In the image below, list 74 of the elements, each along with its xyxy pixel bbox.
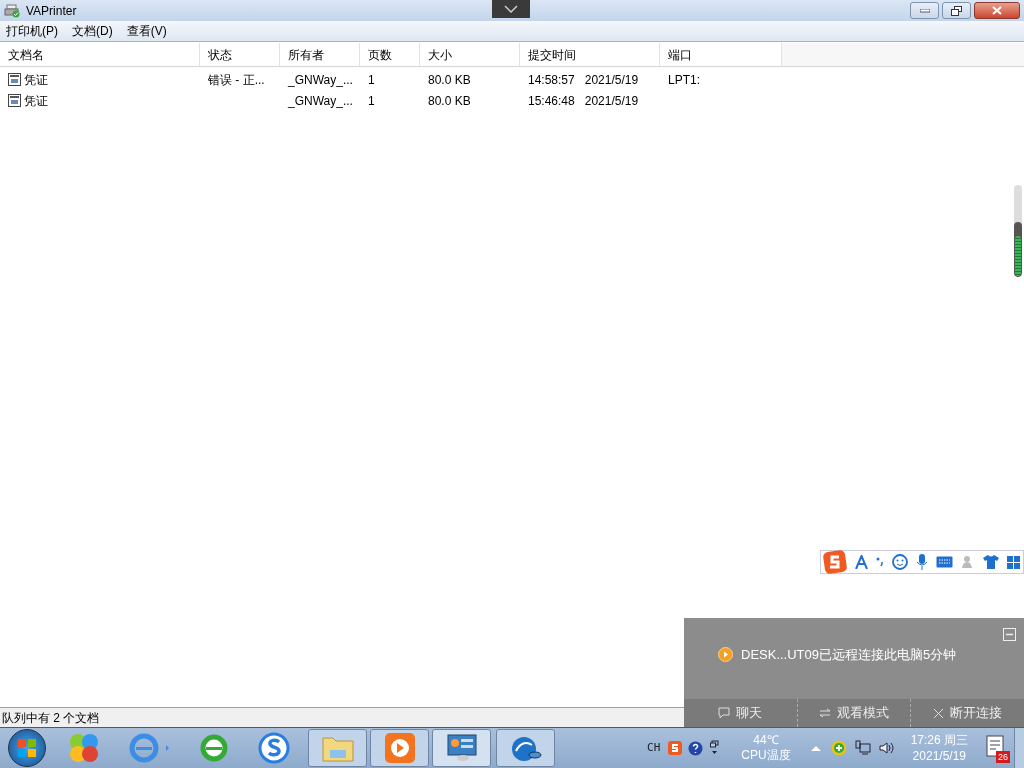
table-cell-text: LPT1: <box>668 71 700 89</box>
table-cell-text: _GNWay_... <box>288 71 353 89</box>
browser-e-icon[interactable] <box>198 732 230 764</box>
notification-action[interactable]: 观看模式 <box>796 699 911 727</box>
close-icon <box>992 6 1002 15</box>
punctuation-icon[interactable] <box>876 557 884 567</box>
table-cell-text: 凭证 <box>24 92 48 110</box>
table-cell-text: 15:46:48 2021/5/19 <box>528 92 639 110</box>
swap-icon <box>819 708 831 718</box>
play-circle-icon <box>718 647 733 663</box>
status-text: 队列中有 2 个文档 <box>2 709 100 727</box>
collapse-tab[interactable] <box>492 0 530 18</box>
table-cell-text: 80.0 KB <box>428 92 471 110</box>
letter-a-icon[interactable] <box>855 555 868 569</box>
help-icon[interactable] <box>688 740 704 756</box>
restore-button[interactable] <box>942 2 971 19</box>
table-cell-text: 错误 - 正... <box>208 71 265 89</box>
minimize-icon <box>919 8 930 13</box>
notification-action[interactable]: 断开连接 <box>910 699 1024 727</box>
network-icon[interactable] <box>854 740 871 756</box>
table-cell-text: 14:58:57 2021/5/19 <box>528 71 639 89</box>
table-cell-text: 1 <box>368 71 375 89</box>
language-indicator[interactable]: CH <box>647 739 661 757</box>
chat-icon <box>718 707 731 719</box>
restore-icon <box>951 5 962 16</box>
window-dropdown-icon[interactable] <box>710 740 720 756</box>
document-icon <box>8 94 21 107</box>
window-title: VAPrinter <box>26 2 77 20</box>
color-balls-icon[interactable] <box>68 732 100 764</box>
smiley-icon[interactable] <box>892 554 908 570</box>
table-cell-text: 80.0 KB <box>428 71 471 89</box>
shirt-icon[interactable] <box>983 555 999 569</box>
close-button[interactable] <box>974 2 1020 19</box>
s-logo-icon[interactable] <box>823 550 847 574</box>
plus-badge-icon[interactable] <box>830 740 847 756</box>
taskbar-button[interactable] <box>432 729 491 767</box>
notification-badge: 26 <box>996 751 1010 763</box>
cpu-temperature: 44℃ <box>753 733 779 748</box>
menu-item[interactable]: 查看(V) <box>126 22 167 40</box>
column-header[interactable]: 文档名 <box>0 43 200 66</box>
control-panel-icon <box>446 734 477 762</box>
close-icon <box>933 707 945 719</box>
show-desktop-button[interactable] <box>1014 728 1024 768</box>
folder-icon <box>321 734 354 762</box>
chevron-up-icon[interactable] <box>810 745 821 751</box>
s-logo-icon[interactable] <box>258 732 290 764</box>
play-sun-icon <box>384 733 415 763</box>
document-icon <box>8 73 21 86</box>
cpu-temperature-label: CPU温度 <box>741 748 791 763</box>
grid-icon[interactable] <box>1007 555 1020 569</box>
menu-item[interactable]: 打印机(P) <box>6 22 58 40</box>
chevron-down-icon <box>504 5 518 13</box>
printer-icon <box>4 3 20 18</box>
s-logo-icon[interactable] <box>668 741 683 755</box>
windows-logo-icon <box>18 739 36 757</box>
column-header[interactable]: 状态 <box>200 43 280 66</box>
column-header[interactable]: 提交时间 <box>520 43 660 66</box>
column-header[interactable]: 所有者 <box>280 43 360 66</box>
minimize-icon[interactable] <box>1003 628 1016 641</box>
table-cell-text: 1 <box>368 92 375 110</box>
taskbar-button[interactable] <box>496 729 555 767</box>
column-header[interactable]: 大小 <box>420 43 520 66</box>
table-cell-text: _GNWay_... <box>288 92 353 110</box>
keyboard-icon[interactable] <box>936 556 953 568</box>
taskbar-button[interactable] <box>370 729 429 767</box>
taskbar-button[interactable] <box>308 729 367 767</box>
start-button[interactable] <box>8 729 46 767</box>
menu-item[interactable]: 文档(D) <box>72 22 113 40</box>
microphone-icon[interactable] <box>916 554 928 570</box>
column-header[interactable]: 页数 <box>360 43 420 66</box>
notification-action[interactable]: 聊天 <box>684 699 797 727</box>
speaker-icon[interactable] <box>878 741 895 755</box>
notification-message: DESK...UT09已远程连接此电脑5分钟 <box>741 646 957 664</box>
table-cell-text: 凭证 <box>24 71 48 89</box>
